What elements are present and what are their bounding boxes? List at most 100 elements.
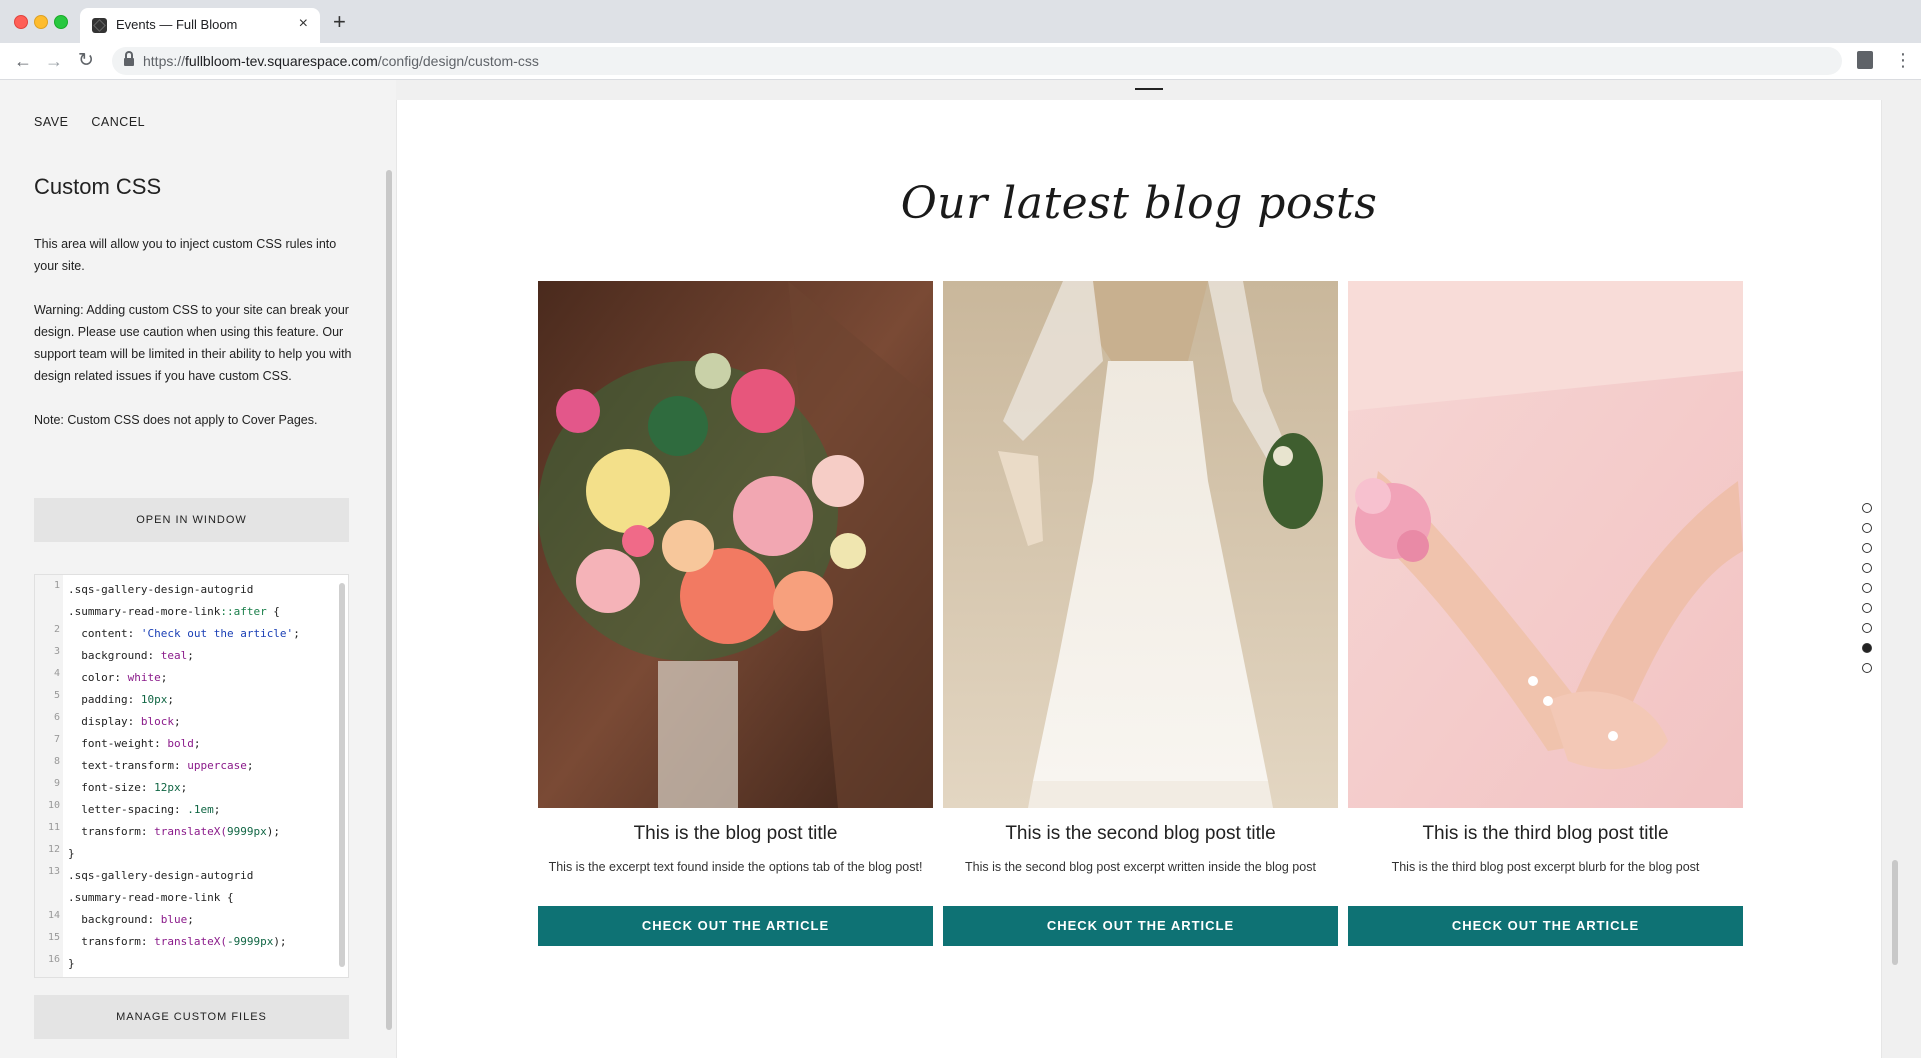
line-number: 13	[47, 866, 60, 877]
browser-menu-icon[interactable]: ⋮	[1894, 49, 1912, 71]
section-dot[interactable]	[1862, 603, 1872, 613]
line-number: 6	[53, 712, 60, 723]
pink-dress-corsage-image[interactable]	[1348, 281, 1743, 808]
line-number: 15	[47, 932, 60, 943]
code-editor-scrollbar[interactable]	[339, 583, 345, 967]
line-number: 10	[47, 800, 60, 811]
section-dot[interactable]	[1862, 543, 1872, 553]
code-line[interactable]: .summary-read-more-link::after {	[35, 601, 335, 623]
line-number: 7	[53, 734, 60, 745]
lock-icon[interactable]	[124, 51, 134, 67]
blog-post-title[interactable]: This is the second blog post title	[943, 823, 1338, 845]
blog-post-excerpt: This is the second blog post excerpt wri…	[965, 860, 1316, 874]
line-number: 5	[53, 690, 60, 701]
code-line[interactable]: 14 background: blue;	[35, 909, 335, 931]
code-text: .summary-read-more-link {	[68, 891, 234, 904]
code-text: color: white;	[68, 671, 168, 684]
tab-title: Events — Full Bloom	[116, 17, 238, 32]
code-line[interactable]: 5 padding: 10px;	[35, 689, 335, 711]
forward-arrow-icon[interactable]: →	[45, 51, 63, 71]
clipboard-extension-icon[interactable]	[1857, 51, 1873, 69]
section-dot[interactable]	[1862, 643, 1872, 653]
section-dot[interactable]	[1862, 523, 1872, 533]
code-text: }	[68, 847, 75, 860]
code-line[interactable]: 10 letter-spacing: .1em;	[35, 799, 335, 821]
intro-text: This area will allow you to inject custo…	[34, 237, 337, 273]
bridal-bouquet-image[interactable]	[538, 281, 933, 808]
code-text: background: teal;	[68, 649, 194, 662]
line-number: 2	[53, 624, 60, 635]
code-text: .sqs-gallery-design-autogrid	[68, 869, 254, 882]
section-dot[interactable]	[1862, 503, 1872, 513]
tab-close-icon[interactable]: ×	[299, 15, 308, 33]
blog-post-title[interactable]: This is the third blog post title	[1348, 823, 1743, 845]
code-line[interactable]: 4 color: white;	[35, 667, 335, 689]
reload-icon[interactable]: ↻	[78, 51, 94, 71]
line-number: 4	[53, 668, 60, 679]
code-line[interactable]: 7 font-weight: bold;	[35, 733, 335, 755]
section-dot[interactable]	[1862, 663, 1872, 673]
minimize-window-button[interactable]	[34, 15, 48, 29]
code-line[interactable]: 13 .sqs-gallery-design-autogrid	[35, 865, 335, 887]
panel-description: This area will allow you to inject custo…	[34, 233, 354, 453]
open-in-window-button[interactable]: OPEN IN WINDOW	[34, 498, 349, 542]
browser-tab[interactable]: Events — Full Bloom ×	[80, 8, 320, 43]
code-text: }	[68, 957, 75, 970]
maximize-window-button[interactable]	[54, 15, 68, 29]
read-more-button[interactable]: CHECK OUT THE ARTICLE	[943, 906, 1338, 946]
line-number: 11	[47, 822, 60, 833]
panel-scrollbar[interactable]	[386, 170, 392, 1030]
code-text: padding: 10px;	[68, 693, 174, 706]
browser-tab-bar: Events — Full Bloom × +	[0, 0, 1921, 43]
code-line[interactable]: 11 transform: translateX(9999px);	[35, 821, 335, 843]
code-line[interactable]: 2 content: 'Check out the article';	[35, 623, 335, 645]
code-line[interactable]: 15 transform: translateX(-9999px);	[35, 931, 335, 953]
preview-drag-handle[interactable]	[1135, 88, 1163, 90]
read-more-button[interactable]: CHECK OUT THE ARTICLE	[1348, 906, 1743, 946]
blog-section-heading: Our latest blog posts	[900, 178, 1378, 229]
address-bar: ← → ↻ https://fullbloom-tev.squarespace.…	[0, 43, 1921, 80]
back-arrow-icon[interactable]: ←	[14, 51, 32, 71]
cancel-button[interactable]: CANCEL	[91, 115, 145, 129]
code-text: text-transform: uppercase;	[68, 759, 254, 772]
blog-post-title[interactable]: This is the blog post title	[538, 823, 933, 845]
line-number: 9	[53, 778, 60, 789]
save-button[interactable]: SAVE	[34, 115, 68, 129]
line-number: 14	[47, 910, 60, 921]
code-text: transform: translateX(-9999px);	[68, 935, 287, 948]
blog-post-excerpt: This is the excerpt text found inside th…	[548, 860, 923, 874]
manage-custom-files-button[interactable]: MANAGE CUSTOM FILES	[34, 995, 349, 1039]
warning-text: Warning: Adding custom CSS to your site …	[34, 303, 352, 383]
code-line[interactable]: 1 .sqs-gallery-design-autogrid	[35, 579, 335, 601]
code-text: display: block;	[68, 715, 181, 728]
code-text: font-size: 12px;	[68, 781, 188, 794]
code-line[interactable]: 6 display: block;	[35, 711, 335, 733]
bride-on-beach-image[interactable]	[943, 281, 1338, 808]
url-field[interactable]: https://fullbloom-tev.squarespace.com/co…	[112, 47, 1842, 75]
section-dot[interactable]	[1862, 583, 1872, 593]
code-line[interactable]: 12}	[35, 843, 335, 865]
close-window-button[interactable]	[14, 15, 28, 29]
new-tab-button[interactable]: +	[333, 11, 346, 33]
line-number: 8	[53, 756, 60, 767]
code-line[interactable]: .summary-read-more-link {	[35, 887, 335, 909]
section-dot[interactable]	[1862, 623, 1872, 633]
line-number: 1	[53, 580, 60, 591]
read-more-button[interactable]: CHECK OUT THE ARTICLE	[538, 906, 933, 946]
code-text: .sqs-gallery-design-autogrid	[68, 583, 254, 596]
code-line[interactable]: 16}	[35, 953, 335, 975]
note-text: Note: Custom CSS does not apply to Cover…	[34, 413, 318, 427]
preview-scrollbar[interactable]	[1892, 860, 1898, 965]
section-dot[interactable]	[1862, 563, 1872, 573]
code-text: .summary-read-more-link::after {	[68, 605, 280, 618]
panel-title: Custom CSS	[34, 174, 162, 199]
line-number: 16	[47, 954, 60, 965]
css-code-editor[interactable]: 1 .sqs-gallery-design-autogrid .summary-re…	[34, 574, 349, 978]
code-line[interactable]: 8 text-transform: uppercase;	[35, 755, 335, 777]
code-line[interactable]: 3 background: teal;	[35, 645, 335, 667]
code-text: content: 'Check out the article';	[68, 627, 300, 640]
url-text[interactable]: https://fullbloom-tev.squarespace.com/co…	[143, 53, 539, 69]
custom-css-panel: SAVE CANCEL Custom CSS This area will al…	[0, 80, 396, 1058]
blog-post-excerpt: This is the third blog post excerpt blur…	[1391, 860, 1700, 874]
code-line[interactable]: 9 font-size: 12px;	[35, 777, 335, 799]
